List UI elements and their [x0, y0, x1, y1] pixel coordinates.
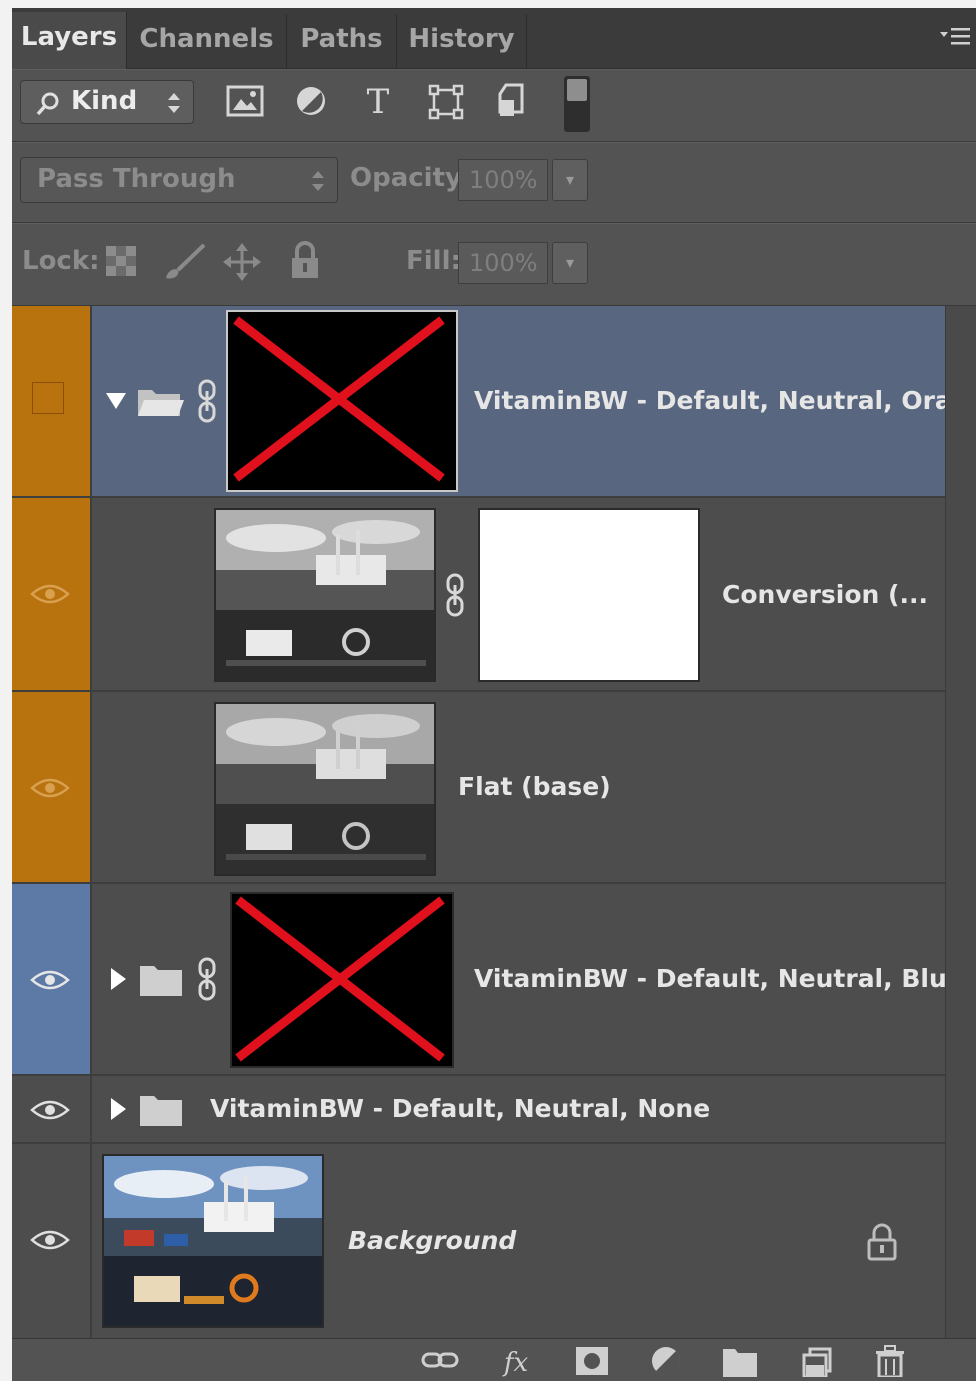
panel-tab-bar: Layers Channels Paths History [12, 8, 976, 69]
tab-history[interactable]: History [397, 14, 527, 68]
visibility-toggle[interactable] [12, 306, 92, 496]
bw-harbor-thumbnail [216, 704, 434, 874]
folder-icon [140, 966, 182, 996]
link-chain-icon[interactable] [196, 956, 218, 1002]
new-group-icon[interactable] [720, 1343, 760, 1377]
layer-mask-thumbnail-missing[interactable] [226, 310, 458, 492]
folder-open-icon [138, 390, 184, 416]
layer-name[interactable]: Flat (base) [458, 772, 611, 801]
fill-slider-toggle[interactable]: ▾ [552, 242, 588, 284]
missing-thumbnail-x-icon [235, 896, 445, 1062]
kind-label: Kind [71, 86, 138, 116]
visibility-toggle[interactable] [12, 1144, 92, 1340]
blend-mode-dropdown[interactable]: Pass Through [20, 157, 338, 203]
fill-label: Fill: [406, 246, 461, 276]
layer-thumbnail[interactable] [214, 702, 436, 876]
opacity-input[interactable]: 100% [458, 159, 548, 201]
layers-panel: Layers Channels Paths History Kind T Pas… [12, 8, 976, 1381]
eye-icon [30, 584, 70, 604]
lock-toolbar: Lock: Fill: 100% ▾ [12, 223, 976, 306]
lock-label: Lock: [22, 246, 100, 276]
layer-name[interactable]: VitaminBW - Default, Neutral, None [210, 1094, 710, 1123]
layer-mask-thumbnail[interactable] [478, 508, 700, 682]
lock-all-icon[interactable] [288, 240, 322, 280]
tab-channels[interactable]: Channels [127, 14, 287, 68]
disclosure-expanded-icon[interactable] [104, 390, 128, 412]
image-filter-icon[interactable] [226, 84, 264, 118]
layer-row[interactable]: Background [12, 1144, 946, 1340]
visibility-toggle[interactable] [12, 1076, 92, 1142]
eye-icon [30, 1100, 70, 1120]
color-harbor-thumbnail [104, 1156, 322, 1326]
smart-object-filter-icon[interactable] [496, 82, 530, 120]
link-layers-icon[interactable] [420, 1343, 460, 1377]
adjustment-filter-icon[interactable] [294, 84, 328, 118]
bw-harbor-thumbnail [216, 510, 434, 680]
shape-filter-icon[interactable] [428, 84, 464, 120]
link-chain-icon[interactable] [196, 378, 218, 424]
blend-toolbar: Pass Through Opacity: 100% ▾ [12, 142, 976, 223]
layer-row[interactable]: Conversion (... [12, 498, 946, 692]
layers-scrollbar[interactable] [945, 306, 976, 1340]
layer-name[interactable]: Conversion (... [722, 580, 928, 609]
layer-name[interactable]: VitaminBW - Default, Neutral, Ora... [474, 386, 976, 415]
disclosure-collapsed-icon[interactable] [108, 1096, 128, 1122]
layer-row[interactable]: Flat (base) [12, 692, 946, 884]
visibility-off-box [32, 382, 64, 414]
layer-style-fx-icon[interactable]: fx [496, 1343, 536, 1377]
updown-arrows-icon [168, 93, 180, 113]
layer-row[interactable]: VitaminBW - Default, Neutral, Blue [12, 884, 964, 1076]
svg-text:fx: fx [502, 1348, 529, 1377]
search-icon [36, 92, 59, 116]
eye-icon [30, 970, 70, 990]
disclosure-collapsed-icon[interactable] [108, 966, 128, 992]
fill-input[interactable]: 100% [458, 242, 548, 284]
lock-pixels-brush-icon[interactable] [162, 242, 208, 282]
folder-icon [140, 1096, 182, 1126]
filter-toggle-switch[interactable] [564, 76, 590, 132]
layer-lock-icon [867, 1223, 897, 1261]
visibility-toggle[interactable] [12, 498, 92, 690]
layer-thumbnail[interactable] [214, 508, 436, 682]
layer-row[interactable]: VitaminBW - Default, Neutral, None [12, 1076, 946, 1144]
panel-menu-icon[interactable] [938, 22, 972, 52]
layers-list: VitaminBW - Default, Neutral, Ora... Con… [12, 306, 976, 1340]
new-adjustment-layer-icon[interactable] [646, 1343, 686, 1377]
eye-icon [30, 1230, 70, 1250]
layer-name[interactable]: VitaminBW - Default, Neutral, Blue [474, 964, 964, 993]
link-chain-icon[interactable] [444, 572, 466, 618]
filter-toolbar: Kind T [12, 69, 976, 142]
tab-layers[interactable]: Layers [12, 12, 127, 69]
tab-paths[interactable]: Paths [287, 14, 397, 68]
add-mask-icon[interactable] [572, 1343, 612, 1377]
updown-arrows-icon [312, 171, 324, 191]
opacity-label: Opacity: [350, 163, 473, 193]
type-filter-icon[interactable]: T [360, 82, 396, 120]
layer-name[interactable]: Background [348, 1226, 516, 1255]
delete-layer-icon[interactable] [870, 1343, 910, 1377]
blend-mode-value: Pass Through [37, 164, 236, 194]
lock-transparency-icon[interactable] [104, 244, 138, 278]
lock-position-move-icon[interactable] [222, 242, 262, 282]
panel-bottom-bar: fx [12, 1338, 976, 1381]
layer-mask-thumbnail-missing[interactable] [230, 892, 454, 1068]
layer-row[interactable]: VitaminBW - Default, Neutral, Ora... [12, 306, 976, 498]
layer-thumbnail[interactable] [102, 1154, 324, 1328]
visibility-toggle[interactable] [12, 692, 92, 882]
opacity-slider-toggle[interactable]: ▾ [552, 159, 588, 201]
kind-dropdown[interactable]: Kind [20, 80, 194, 124]
new-layer-icon[interactable] [796, 1343, 836, 1377]
eye-icon [30, 778, 70, 798]
svg-text:T: T [367, 82, 390, 120]
visibility-toggle[interactable] [12, 884, 92, 1074]
missing-thumbnail-x-icon [233, 316, 445, 482]
